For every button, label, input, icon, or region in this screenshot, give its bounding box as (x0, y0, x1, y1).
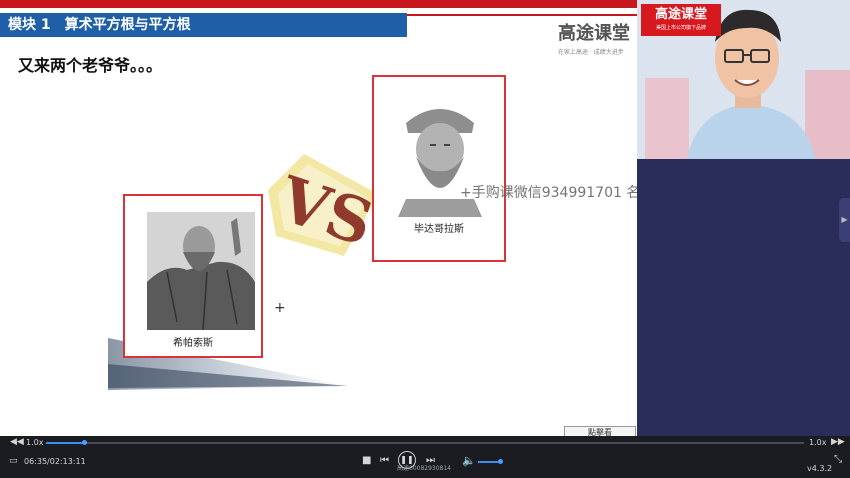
slide-top-bar (0, 0, 637, 8)
chevron-right-icon: ▶ (841, 215, 848, 224)
fast-forward-icon[interactable]: ▶▶ (831, 437, 845, 447)
volume-fill (478, 461, 500, 463)
slide-brand-name: 高途课堂 (558, 23, 630, 44)
slide-subtitle: 又来两个老爷爷。。。 (18, 56, 163, 75)
teacher-video: 高途课堂 美国上市公司旗下品牌 (637, 0, 850, 159)
slide-action-button[interactable]: 點擊看 (564, 426, 636, 436)
volume-icon[interactable]: 🔈 (462, 454, 476, 467)
module-label: 模块 1 (8, 17, 51, 33)
module-title: 算术平方根与平方根 (64, 17, 191, 33)
video-brand-sub: 美国上市公司旗下品牌 (655, 25, 706, 31)
rewind-icon[interactable]: ◀◀ (10, 437, 24, 447)
watermark-text: +手购课微信934991701 名空 (460, 185, 637, 201)
playback-time: 06:35/02:13:11 (24, 457, 86, 466)
vs-graphic: VS (268, 154, 382, 260)
video-brand-name: 高途课堂 (654, 7, 707, 22)
hippasus-portrait-image (147, 212, 255, 330)
speed-left[interactable]: 1.0x (26, 438, 43, 447)
pythagoras-frame: 毕达哥拉斯 (372, 75, 506, 262)
volume-knob[interactable] (497, 459, 503, 464)
progress-fill (46, 442, 84, 444)
slide-brand-slogan: 在家上高途 · 成绩大进步 (558, 49, 624, 56)
slide-brand-logo: 高途课堂 在家上高途 · 成绩大进步 (558, 22, 637, 56)
session-id-overlay: 高途00082930814 (397, 465, 451, 472)
hippasus-name: 希帕索斯 (173, 338, 213, 349)
previous-icon[interactable]: ⏮ (380, 455, 389, 466)
slide-top-line (407, 14, 637, 16)
side-panel-toggle[interactable]: ▶ (839, 198, 850, 242)
version-label: v4.3.2 (807, 464, 833, 473)
player-controls: ◀◀ 1.0x 1.0x ▶▶ ▭ 06:35/02:13:11 ■ ⏮ ❚❚ … (0, 436, 850, 478)
stop-icon[interactable]: ■ (362, 455, 371, 466)
right-side-panel (637, 159, 850, 436)
speed-right[interactable]: 1.0x (809, 438, 826, 447)
slide-area: 模块 1 算术平方根与平方根 高途课堂 在家上高途 · 成绩大进步 又来两个老爷爷… (0, 0, 637, 436)
video-brand-logo: 高途课堂 美国上市公司旗下品牌 (641, 4, 721, 36)
pythagoras-name: 毕达哥拉斯 (414, 224, 464, 235)
module-title-banner: 模块 1 算术平方根与平方根 (0, 13, 407, 37)
crosshair-cursor-icon: + (274, 300, 286, 316)
progress-knob[interactable] (81, 440, 87, 445)
progress-bar[interactable] (46, 440, 804, 445)
volume-slider[interactable] (478, 459, 503, 464)
fullscreen-icon[interactable]: ⤡ (834, 454, 842, 465)
subtitle-icon[interactable]: ▭ (9, 456, 18, 466)
hippasus-frame: 希帕索斯 (123, 194, 263, 358)
